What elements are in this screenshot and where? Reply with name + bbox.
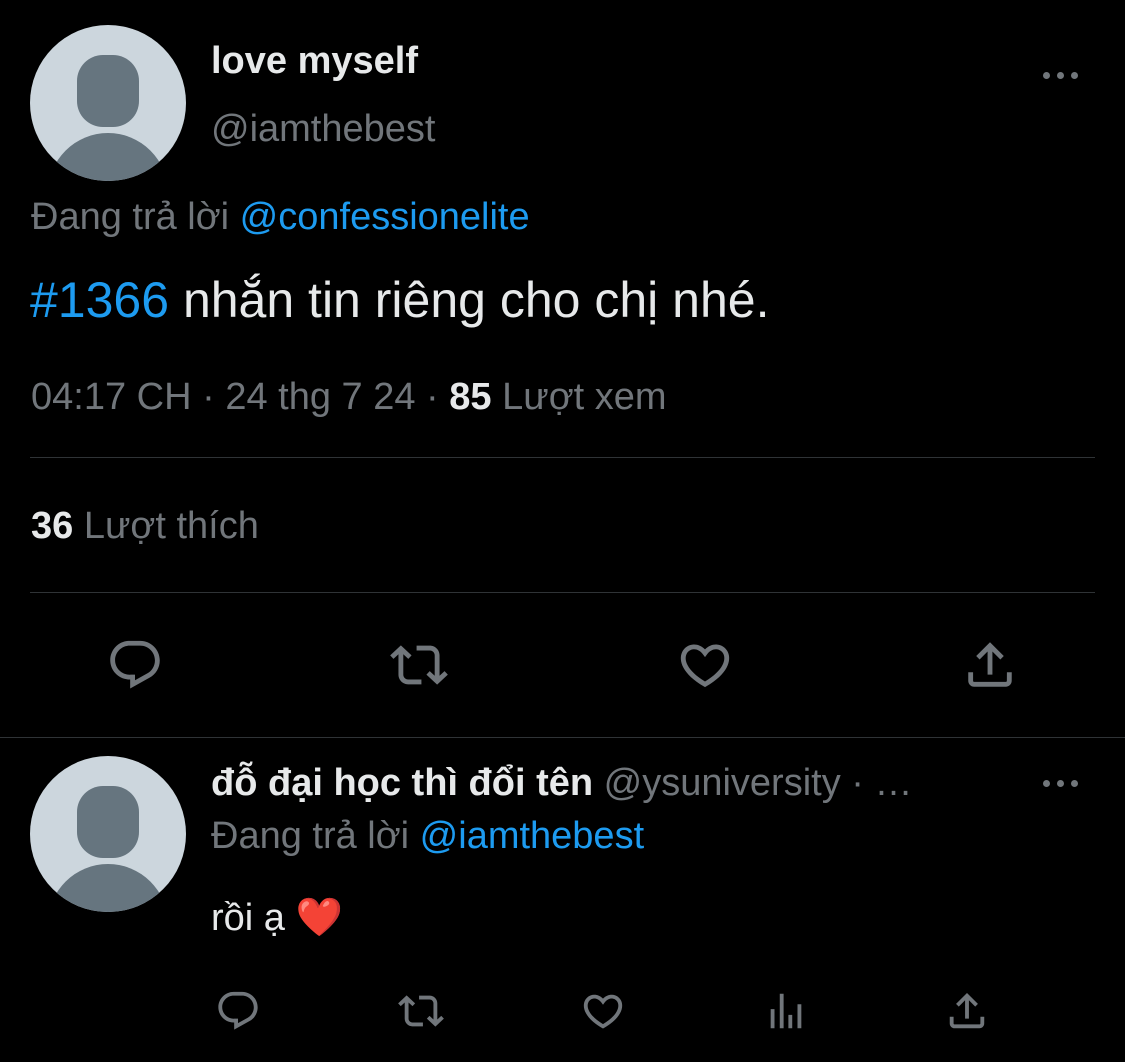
replying-to-prefix: Đang trả lời: [31, 196, 230, 238]
tweet-text: #1366 nhắn tin riêng cho chị nhé.: [30, 270, 769, 330]
views-count: 85: [449, 376, 492, 418]
display-name[interactable]: đỗ đại học thì đổi tên: [211, 762, 593, 804]
meta-separator: ·: [191, 376, 226, 418]
like-button[interactable]: [575, 985, 631, 1037]
reply-icon: [110, 640, 160, 689]
user-handle[interactable]: @ysuniversity: [604, 762, 841, 804]
tweet-meta: 04:17 CH · 24 thg 7 24 · 85 Lượt xem: [31, 374, 667, 420]
reply-button[interactable]: [210, 985, 266, 1037]
header-truncation: · …: [851, 762, 913, 804]
retweet-button[interactable]: [393, 985, 449, 1037]
share-button[interactable]: [939, 985, 995, 1037]
divider: [30, 457, 1095, 458]
more-options-icon[interactable]: [1042, 775, 1082, 791]
likes-count: 36: [31, 505, 74, 547]
divider: [0, 737, 1125, 738]
reply-icon: [218, 991, 258, 1030]
display-name[interactable]: love myself: [211, 38, 418, 84]
replying-to-mention[interactable]: @iamthebest: [420, 815, 644, 857]
replying-to-line: Đang trả lời @confessionelite: [31, 194, 530, 240]
share-icon: [968, 642, 1012, 687]
tweet-body: nhắn tin riêng cho chị nhé.: [169, 272, 770, 328]
meta-separator: ·: [415, 376, 450, 418]
likes-label: Lượt thích: [83, 505, 259, 547]
like-icon: [680, 644, 730, 688]
tweet-body: rồi ạ: [211, 897, 285, 939]
retweet-icon: [398, 995, 444, 1027]
share-button[interactable]: [955, 632, 1025, 698]
tweet-time[interactable]: 04:17 CH: [31, 376, 192, 418]
heart-emoji: ❤️: [295, 897, 343, 939]
likes-stat[interactable]: 36 Lượt thích: [31, 503, 259, 549]
avatar-head: [77, 786, 139, 858]
hashtag-link[interactable]: #1366: [30, 272, 169, 328]
avatar-body: [48, 133, 168, 181]
retweet-icon: [390, 645, 448, 685]
user-handle[interactable]: @iamthebest: [211, 106, 435, 152]
like-icon: [583, 994, 623, 1029]
share-icon: [949, 992, 985, 1029]
avatar-body: [48, 864, 168, 912]
avatar[interactable]: [30, 25, 186, 181]
analytics-button[interactable]: [758, 985, 814, 1037]
tweet-date[interactable]: 24 thg 7 24: [225, 376, 415, 418]
replying-to-line: Đang trả lời @iamthebest: [211, 813, 644, 859]
divider: [30, 592, 1095, 593]
more-options-icon[interactable]: [1042, 67, 1082, 83]
retweet-button[interactable]: [384, 632, 454, 698]
avatar-head: [77, 55, 139, 127]
analytics-icon: [770, 993, 802, 1029]
like-button[interactable]: [670, 632, 740, 698]
reply-button[interactable]: [100, 632, 170, 698]
avatar[interactable]: [30, 756, 186, 912]
reply-header: đỗ đại học thì đổi tên @ysuniversity · …: [211, 760, 913, 806]
views-label: Lượt xem: [502, 376, 667, 418]
replying-to-mention[interactable]: @confessionelite: [240, 196, 530, 238]
tweet-text: rồi ạ ❤️: [211, 895, 343, 941]
replying-to-prefix: Đang trả lời: [211, 815, 410, 857]
